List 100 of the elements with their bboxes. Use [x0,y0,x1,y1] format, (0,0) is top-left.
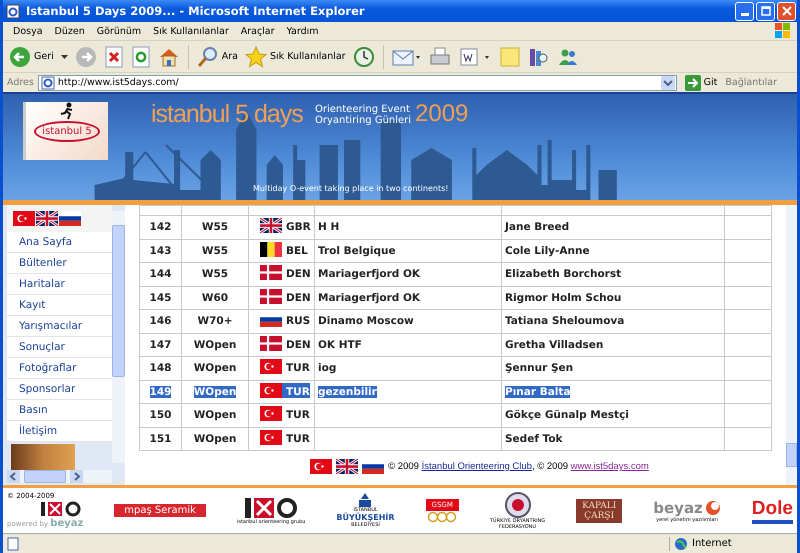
windows-logo-icon [773,22,793,40]
minimize-icon [740,12,748,16]
table-cell: Cole Lily-Anne [502,239,724,262]
menu-item[interactable]: Görünüm [90,26,148,36]
club-link[interactable]: İstanbul Orienteering Club [422,461,532,472]
british-flag-icon [336,459,358,474]
table-cell: 146 [140,310,182,333]
table-cell: 143 [140,239,182,262]
printer-icon [428,46,451,68]
country-code: DEN [286,292,311,304]
table-row[interactable]: 147 WOpen DEN OK HTF Gretha Villadsen [140,333,772,356]
table-cell: gezenbilir [314,380,502,404]
country-flag-icon [260,430,282,445]
country-code: TUR [286,409,310,422]
sponsor-logo[interactable]: KAPALI ÇARŞI [576,498,622,522]
table-row[interactable]: 143 W55 BEL Trol Belgique Cole Lily-Anne [140,239,772,262]
table-cell: 150 [140,404,182,427]
horizontal-scrollbar[interactable] [7,470,112,483]
search-icon [196,46,219,68]
star-icon [245,46,267,68]
sponsor-logo[interactable]: mpaş Seramik [114,504,206,517]
country-code: TUR [286,432,310,445]
table-row[interactable]: 142 W55 GBR H H Jane Breed [140,216,772,239]
copyright-text: © 2009 İstanbul Orienteering Club, © 2009 www.ist5days.com [388,461,649,472]
nav-link[interactable]: Sponsorlar [7,379,112,400]
table-cell: WOpen [182,380,248,404]
table-cell: 151 [140,427,182,450]
table-cell: W55 [182,216,248,239]
nav-link[interactable]: Yarışmacılar [7,316,112,337]
table-cell: Sedef Tok [502,427,724,450]
table-cell: Trol Belgique [314,239,502,262]
table-cell: Tatiana Sheloumova [502,310,724,333]
maximize-button[interactable] [756,2,775,20]
globe-icon [674,536,688,550]
minimize-button[interactable] [735,2,754,20]
website-link[interactable]: www.ist5days.com [570,461,649,472]
page-scrollbar[interactable] [786,205,797,485]
russian-flag-icon [59,211,81,226]
refresh-icon [130,46,151,68]
nav-link[interactable]: İletişim [7,421,112,442]
country-flag-icon [260,359,282,374]
table-row[interactable]: 151 WOpen TUR Sedef Tok [140,427,772,450]
table-row[interactable]: 146 W70+ RUS Dinamo Moscow Tatiana Sheloumova [140,310,772,333]
country-flag-icon [260,382,282,398]
dropdown-caret-icon[interactable] [60,54,68,58]
country-flag-icon [260,242,282,257]
nav-link[interactable]: Basın [7,400,112,421]
country-flag-icon [260,218,282,234]
subtitle-text: Orienteering Event [315,104,410,115]
table-cell: W70+ [182,310,248,333]
table-cell: WOpen [182,356,248,380]
table-cell: 142 [140,216,182,239]
table-cell: Pınar Balta [502,380,724,404]
browser-icon [6,3,22,19]
turkish-flag-icon [310,459,332,474]
turkish-flag-icon [13,211,35,226]
stop-icon [104,46,124,68]
table-cell: Gretha Villadsen [502,333,724,356]
country-flag-icon [260,265,282,280]
nav-link[interactable]: Ana Sayfa [7,232,112,253]
country-code: GBR [286,221,311,234]
table-cell: W55 [182,239,248,262]
menu-item[interactable]: Dosya [7,26,49,36]
links-label[interactable]: Bağlantılar [725,77,793,88]
nav-link[interactable]: Sonuçlar [7,337,112,358]
menu-item[interactable]: Sık Kullanılanlar [147,26,235,36]
window-title: Istanbul 5 Days 2009... - Microsoft Internet Explorer [26,4,366,18]
table-row[interactable]: 148 WOpen TUR iog Şennur Şen [140,356,772,380]
table-cell: Mariagerfjord OK [314,262,502,286]
table-row[interactable]: 145 W60 DEN Mariagerfjord OK Rigmor Holm Schou [140,286,772,310]
table-cell: WOpen [182,404,248,427]
go-button[interactable]: Git [680,74,722,90]
country-code: DEN [286,338,311,351]
close-button[interactable] [777,2,796,20]
table-row[interactable]: 144 W55 DEN Mariagerfjord OK Elizabeth Borchorst [140,262,772,286]
address-field[interactable]: http://www.ist5days.com/ [38,74,677,90]
table-cell: W60 [182,286,248,310]
back-button[interactable]: Geri [7,44,56,68]
table-cell: Elizabeth Borchorst [502,262,724,286]
note-icon [498,46,521,68]
dropdown-caret-icon[interactable] [660,76,675,90]
iog-logo-icon [39,501,84,517]
tagline-text: Multiday O-event taking place in two continents! [253,184,448,193]
search-button[interactable]: Ara [194,44,240,68]
menu-item[interactable]: Yardım [280,26,325,36]
table-row[interactable]: 150 WOpen TUR Gökçe Günalp Mestçi [140,404,772,427]
sidebar-scrollbar[interactable] [112,211,125,463]
nav-link[interactable]: Haritalar [7,274,112,295]
menu-item[interactable]: Düzen [48,26,91,36]
subtitle-text: Oryantiring Günleri [315,115,412,126]
favorites-button[interactable]: Sık Kullanılanlar [243,44,348,68]
menu-item[interactable]: Araçlar [234,26,281,36]
nav-link[interactable]: Bültenler [7,253,112,274]
sponsor-logo[interactable]: Dole [752,498,793,524]
nav-link[interactable]: Kayıt [7,295,112,316]
site-logo-text: istanbul 5 days [151,100,303,129]
table-row[interactable]: 149 WOpen TUR gezenbilir Pınar Balta [140,380,772,404]
country-flag-icon [260,288,282,304]
table-cell: OK HTF [314,333,502,356]
nav-link[interactable]: Fotoğraflar [7,358,112,379]
